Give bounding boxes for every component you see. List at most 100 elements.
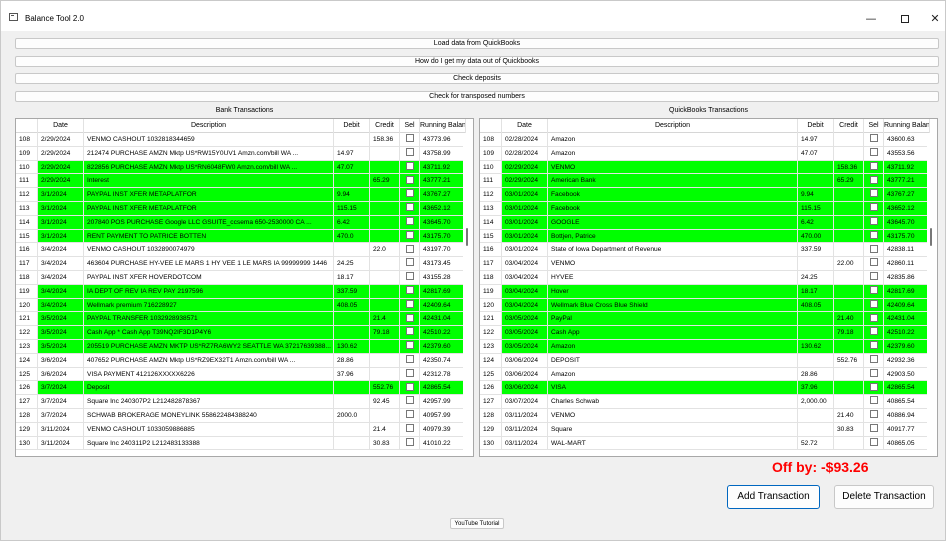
column-header[interactable]: Sel: [864, 119, 884, 133]
select-checkbox[interactable]: [870, 423, 878, 432]
table-row[interactable]: 108 02/28/2024 Amazon 14.97 43600.63: [480, 133, 930, 147]
select-cell[interactable]: [864, 201, 884, 216]
select-cell[interactable]: [864, 215, 884, 230]
select-checkbox[interactable]: [870, 286, 878, 295]
table-row[interactable]: 115 03/01/2024 Bottjen, Patrice 470.00 43175…: [480, 229, 930, 244]
column-header[interactable]: Description: [84, 119, 334, 133]
column-header[interactable]: Running Balance: [884, 119, 930, 133]
select-checkbox[interactable]: [870, 217, 878, 226]
select-checkbox[interactable]: [870, 368, 878, 377]
select-checkbox[interactable]: [406, 244, 414, 253]
table-row[interactable]: 120 03/04/2024 Wellmark Blue Cross Blue Sh…: [480, 298, 930, 313]
scrollbar-thumb[interactable]: [466, 228, 468, 246]
bank-transactions-table[interactable]: Date Description Debit Credit Sel Running Bal…: [15, 118, 474, 457]
select-checkbox[interactable]: [406, 161, 414, 170]
select-cell[interactable]: [864, 367, 884, 382]
table-row[interactable]: 117 3/4/2024 463604 PURCHASE HY-VEE LE MAR…: [16, 257, 466, 271]
table-row[interactable]: 119 03/04/2024 Hover 18.17 42817.69: [480, 284, 930, 299]
table-row[interactable]: 108 2/29/2024 VENMO CASHOUT 1032818344659 1…: [16, 133, 466, 147]
column-header[interactable]: Credit: [834, 119, 864, 133]
select-cell[interactable]: [400, 381, 420, 396]
select-cell[interactable]: [400, 257, 420, 271]
select-checkbox[interactable]: [870, 134, 878, 143]
select-cell[interactable]: [864, 257, 884, 271]
table-row[interactable]: 125 3/6/2024 VISA PAYMENT 412126XXXXX6226 3…: [16, 367, 466, 382]
table-row[interactable]: 118 3/4/2024 PAYPAL INST XFER HOVERDOTCOM 1…: [16, 270, 466, 285]
select-checkbox[interactable]: [406, 423, 414, 432]
select-checkbox[interactable]: [870, 148, 878, 157]
table-row[interactable]: 118 03/04/2024 HYVEE 24.25 42835.86: [480, 270, 930, 285]
select-cell[interactable]: [400, 270, 420, 285]
select-cell[interactable]: [400, 133, 420, 147]
select-checkbox[interactable]: [406, 355, 414, 363]
check-transposed-button[interactable]: Check for transposed numbers: [15, 91, 939, 102]
table-row[interactable]: 127 3/7/2024 Square Inc 240307P2 L21248287…: [16, 395, 466, 409]
table-row[interactable]: 122 03/05/2024 Cash App 79.18 42510.22: [480, 326, 930, 340]
select-checkbox[interactable]: [870, 341, 878, 350]
table-row[interactable]: 111 2/29/2024 Interest 65.29 43777.21: [16, 174, 466, 189]
scrollbar-thumb[interactable]: [930, 228, 932, 246]
column-header[interactable]: [480, 119, 502, 133]
table-row[interactable]: 110 02/29/2024 VENMO 158.36 43711.92: [480, 160, 930, 175]
select-cell[interactable]: [400, 339, 420, 354]
table-row[interactable]: 119 3/4/2024 IA DEPT OF REV IA REV PAY 219…: [16, 284, 466, 299]
table-row[interactable]: 122 3/5/2024 Cash App * Cash App T39NQ2IF3…: [16, 326, 466, 340]
add-transaction-button[interactable]: Add Transaction: [727, 485, 820, 509]
select-checkbox[interactable]: [406, 148, 414, 157]
table-row[interactable]: 121 3/5/2024 PAYPAL TRANSFER 1032928938571…: [16, 312, 466, 327]
select-cell[interactable]: [400, 395, 420, 409]
howto-export-button[interactable]: How do I get my data out of Quickbooks: [15, 56, 939, 67]
select-cell[interactable]: [400, 215, 420, 230]
table-row[interactable]: 113 03/01/2024 Facebook 115.15 43652.12: [480, 201, 930, 216]
column-header[interactable]: Running Balance: [420, 119, 466, 133]
select-cell[interactable]: [400, 188, 420, 202]
select-checkbox[interactable]: [870, 189, 878, 198]
select-cell[interactable]: [864, 188, 884, 202]
select-cell[interactable]: [864, 422, 884, 437]
select-cell[interactable]: [864, 298, 884, 313]
select-checkbox[interactable]: [406, 203, 414, 212]
select-cell[interactable]: [400, 298, 420, 313]
table-row[interactable]: 114 03/01/2024 GOOGLE 6.42 43645.70: [480, 215, 930, 230]
select-cell[interactable]: [400, 229, 420, 244]
minimize-button[interactable]: —: [857, 9, 885, 29]
close-button[interactable]: ✕: [921, 9, 946, 29]
table-row[interactable]: 126 3/7/2024 Deposit 552.76 42865.54: [16, 381, 466, 396]
select-checkbox[interactable]: [406, 217, 414, 226]
select-checkbox[interactable]: [870, 230, 878, 239]
select-cell[interactable]: [864, 160, 884, 175]
column-header[interactable]: Date: [38, 119, 84, 133]
select-cell[interactable]: [864, 326, 884, 340]
column-header[interactable]: Date: [502, 119, 548, 133]
table-row[interactable]: 130 3/11/2024 Square Inc 240311P2 L2124831…: [16, 436, 466, 451]
table-row[interactable]: 128 03/11/2024 VENMO 21.40 40886.94: [480, 408, 930, 423]
select-checkbox[interactable]: [406, 437, 414, 446]
select-checkbox[interactable]: [406, 189, 414, 198]
table-row[interactable]: 111 02/29/2024 American Bank 65.29 43777.21: [480, 174, 930, 189]
vertical-scrollbar[interactable]: [463, 133, 472, 455]
select-cell[interactable]: [864, 408, 884, 423]
select-checkbox[interactable]: [870, 382, 878, 391]
select-cell[interactable]: [864, 133, 884, 147]
table-row[interactable]: 130 03/11/2024 WAL-MART 52.72 40865.05: [480, 436, 930, 451]
select-cell[interactable]: [864, 146, 884, 161]
select-checkbox[interactable]: [406, 230, 414, 239]
table-row[interactable]: 112 03/01/2024 Facebook 9.94 43767.27: [480, 188, 930, 202]
select-cell[interactable]: [400, 160, 420, 175]
table-row[interactable]: 127 03/07/2024 Charles Schwab 2,000.00 40865…: [480, 395, 930, 409]
select-cell[interactable]: [864, 312, 884, 327]
table-row[interactable]: 126 03/06/2024 VISA 37.96 42865.54: [480, 381, 930, 396]
select-cell[interactable]: [400, 243, 420, 258]
select-checkbox[interactable]: [870, 203, 878, 212]
column-header[interactable]: Credit: [370, 119, 400, 133]
select-checkbox[interactable]: [406, 175, 414, 184]
select-cell[interactable]: [864, 381, 884, 396]
table-row[interactable]: 125 03/06/2024 Amazon 28.86 42903.50: [480, 367, 930, 382]
select-checkbox[interactable]: [870, 410, 878, 419]
select-cell[interactable]: [400, 312, 420, 327]
select-checkbox[interactable]: [406, 410, 414, 419]
table-row[interactable]: 114 3/1/2024 207840 POS PURCHASE Google LL…: [16, 215, 466, 230]
select-cell[interactable]: [400, 174, 420, 189]
column-header[interactable]: Sel: [400, 119, 420, 133]
table-row[interactable]: 128 3/7/2024 SCHWAB BROKERAGE MONEYLINK 55…: [16, 408, 466, 423]
